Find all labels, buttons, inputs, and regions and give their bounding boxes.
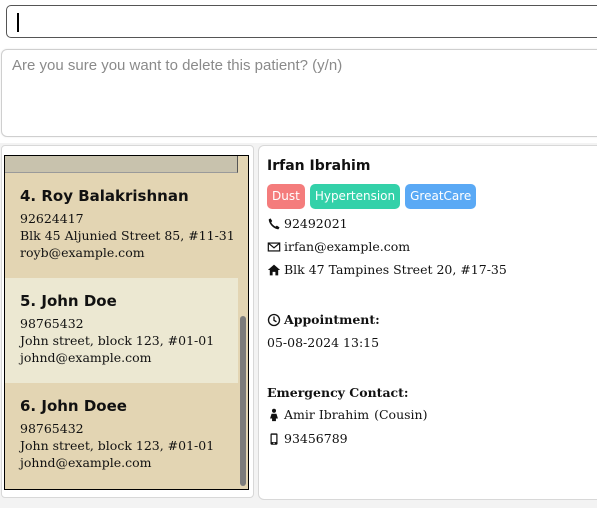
phone-icon	[267, 217, 281, 231]
emergency-contact-row: Amir Ibrahim (Cousin)	[267, 407, 427, 422]
patient-card-email: johnd@example.com	[20, 350, 152, 365]
patient-card-address: Blk 45 Aljunied Street 85, #11-31	[20, 228, 235, 243]
patient-card[interactable]: 4. Roy Balakrishnan 92624417 Blk 45 Alju…	[5, 173, 238, 278]
patient-card-address: John street, block 123, #01-01	[20, 438, 215, 453]
tag-dust: Dust	[267, 184, 305, 209]
clock-icon	[267, 313, 281, 327]
detail-email-row: irfan@example.com	[267, 239, 410, 254]
appointment-datetime: 05-08-2024 13:15	[267, 335, 380, 350]
patient-card-email: royb@example.com	[20, 245, 145, 260]
emergency-contact-label: Emergency Contact:	[267, 385, 409, 400]
tag-hypertension: Hypertension	[309, 184, 401, 209]
emergency-contact-phone: 93456789	[284, 431, 348, 446]
detail-name: Irfan Ibrahim	[267, 158, 371, 174]
envelope-icon	[267, 240, 281, 254]
appointment-label: Appointment:	[284, 312, 380, 327]
detail-phone-row: 92492021	[267, 216, 348, 231]
patient-card-email: johnd@example.com	[20, 455, 152, 470]
detail-tags: Dust Hypertension GreatCare	[267, 184, 477, 209]
patient-card-phone: 98765432	[20, 316, 84, 331]
mobile-phone-icon	[267, 432, 281, 446]
list-scrollbar-thumb[interactable]	[240, 316, 246, 486]
home-icon	[267, 263, 281, 277]
patient-list[interactable]: 4. Roy Balakrishnan 92624417 Blk 45 Alju…	[4, 155, 249, 490]
list-header-stub	[5, 156, 238, 173]
emergency-phone-row: 93456789	[267, 431, 348, 446]
emergency-contact-name: Amir Ibrahim	[284, 407, 370, 422]
detail-phone: 92492021	[284, 216, 348, 231]
patient-card-name: 4. Roy Balakrishnan	[20, 187, 189, 205]
appointment-label-row: Appointment:	[267, 312, 380, 327]
result-display[interactable]: Are you sure you want to delete this pat…	[1, 49, 597, 137]
person-icon	[267, 408, 281, 422]
patient-card[interactable]: 5. John Doe 98765432 John street, block …	[5, 278, 238, 383]
patient-card-phone: 98765432	[20, 421, 84, 436]
detail-address-row: Blk 47 Tampines Street 20, #17-35	[267, 262, 507, 277]
emergency-contact-relation: (Cousin)	[374, 407, 428, 422]
patient-card-name: 5. John Doe	[20, 292, 117, 310]
text-caret	[17, 13, 19, 32]
detail-address: Blk 47 Tampines Street 20, #17-35	[284, 262, 507, 277]
detail-email: irfan@example.com	[284, 239, 411, 254]
patient-card[interactable]: 6. John Doee 98765432 John street, block…	[5, 383, 238, 488]
patient-card-address: John street, block 123, #01-01	[20, 333, 215, 348]
patient-card-phone: 92624417	[20, 211, 84, 226]
patient-card-name: 6. John Doee	[20, 397, 127, 415]
result-message: Are you sure you want to delete this pat…	[12, 57, 343, 74]
command-input[interactable]	[6, 5, 597, 38]
tag-greatcare: GreatCare	[405, 184, 477, 209]
